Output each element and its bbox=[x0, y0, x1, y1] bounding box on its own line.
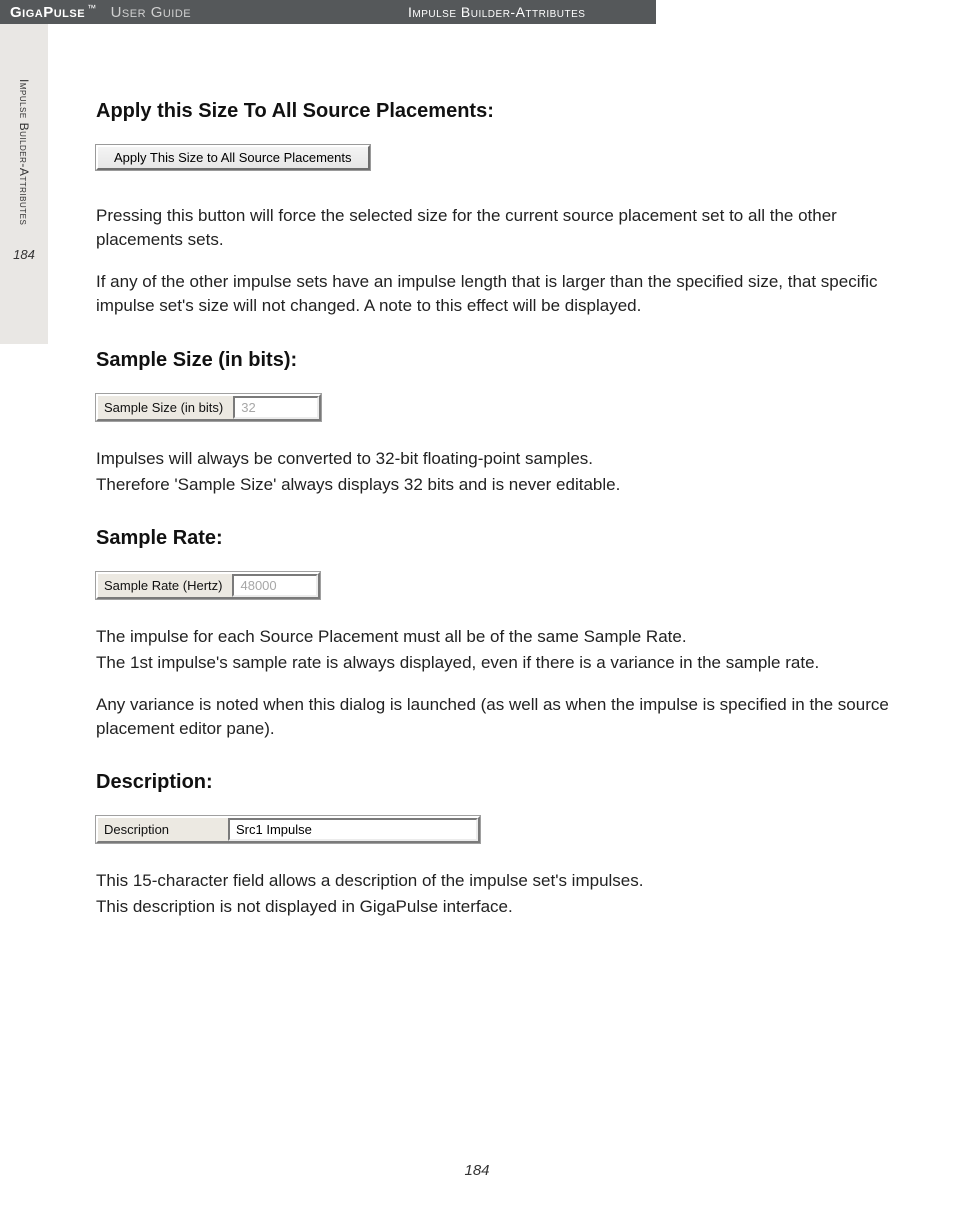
sample-size-value: 32 bbox=[241, 400, 255, 415]
sample-rate-value: 48000 bbox=[240, 578, 276, 593]
side-tab: Impulse Builder-Attributes 184 bbox=[0, 24, 48, 344]
heading-description: Description: bbox=[96, 771, 894, 794]
sample-size-field-group: Sample Size (in bits) 32 bbox=[96, 394, 321, 421]
sample-rate-field: 48000 bbox=[232, 574, 318, 597]
sample-rate-para-2: The 1st impulse's sample rate is always … bbox=[96, 651, 894, 675]
sample-size-para-1: Impulses will always be converted to 32-… bbox=[96, 447, 894, 471]
sample-rate-field-group: Sample Rate (Hertz) 48000 bbox=[96, 572, 320, 599]
description-value: Src1 Impulse bbox=[236, 822, 312, 837]
description-para-1: This 15-character field allows a descrip… bbox=[96, 869, 894, 893]
breadcrumb: Impulse Builder-Attributes bbox=[396, 0, 656, 24]
page-content: Apply this Size To All Source Placements… bbox=[96, 100, 894, 920]
description-field-group: Description Src1 Impulse bbox=[96, 816, 480, 843]
apply-para-2: If any of the other impulse sets have an… bbox=[96, 270, 894, 318]
side-page-number: 184 bbox=[13, 247, 35, 262]
sample-rate-para-1: The impulse for each Source Placement mu… bbox=[96, 625, 894, 649]
footer-page-number: 184 bbox=[0, 1162, 954, 1179]
doc-title: User Guide bbox=[111, 4, 192, 21]
description-field[interactable]: Src1 Impulse bbox=[228, 818, 478, 841]
apply-size-button[interactable]: Apply This Size to All Source Placements bbox=[96, 145, 370, 170]
page-header: GigaPulse™ User Guide Impulse Builder-At… bbox=[0, 0, 954, 24]
sample-rate-para-3: Any variance is noted when this dialog i… bbox=[96, 693, 894, 741]
sample-size-label: Sample Size (in bits) bbox=[98, 396, 233, 419]
sample-size-para-2: Therefore 'Sample Size' always displays … bbox=[96, 473, 894, 497]
trademark-symbol: ™ bbox=[87, 3, 97, 13]
heading-apply-size: Apply this Size To All Source Placements… bbox=[96, 100, 894, 123]
side-section-label: Impulse Builder-Attributes bbox=[17, 79, 31, 225]
description-label: Description bbox=[98, 818, 228, 841]
sample-size-field: 32 bbox=[233, 396, 319, 419]
description-para-2: This description is not displayed in Gig… bbox=[96, 895, 894, 919]
apply-para-1: Pressing this button will force the sele… bbox=[96, 204, 894, 252]
sample-rate-label: Sample Rate (Hertz) bbox=[98, 574, 232, 597]
heading-sample-rate: Sample Rate: bbox=[96, 527, 894, 550]
heading-sample-size: Sample Size (in bits): bbox=[96, 349, 894, 372]
brand-name: GigaPulse bbox=[10, 4, 85, 21]
header-left: GigaPulse™ User Guide bbox=[0, 0, 396, 24]
